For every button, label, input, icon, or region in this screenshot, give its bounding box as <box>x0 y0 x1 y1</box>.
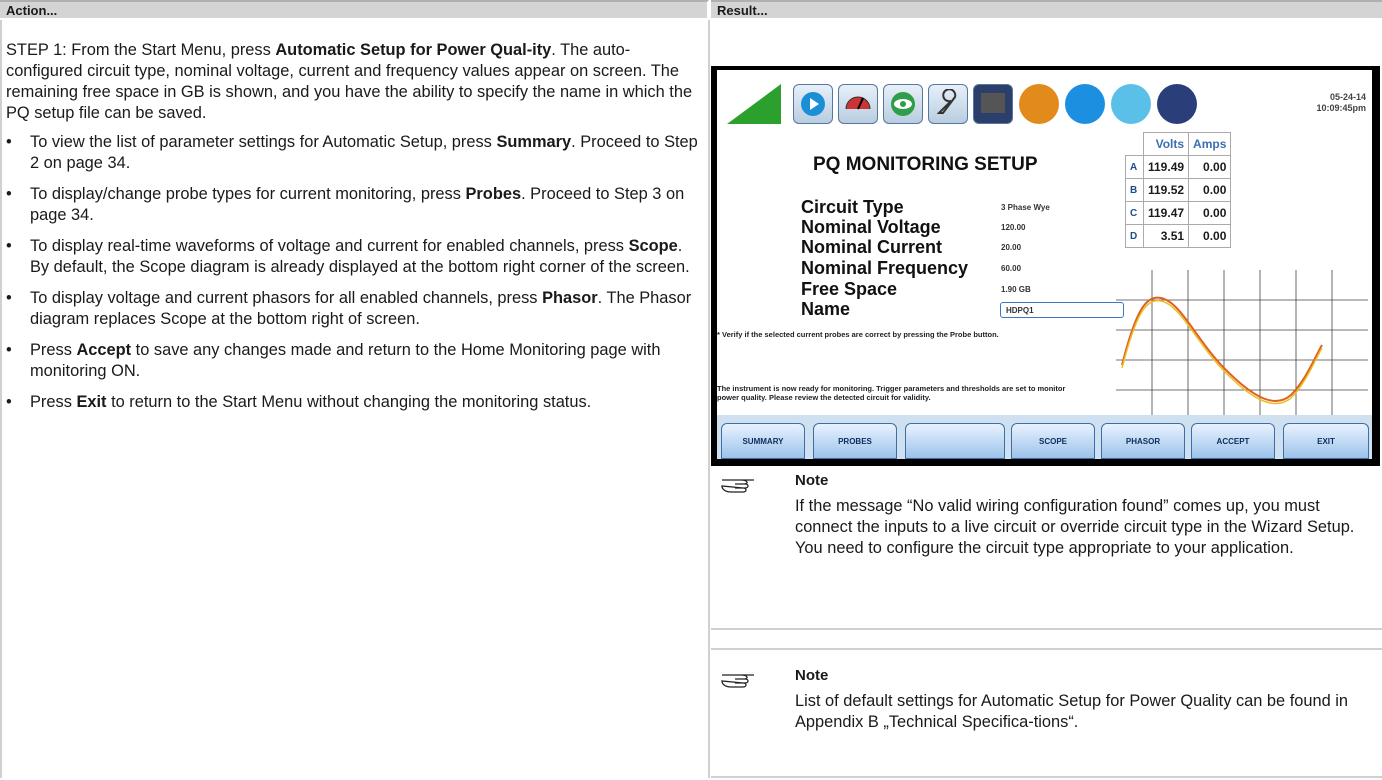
param-value: 3 Phase Wye <box>1001 203 1050 212</box>
eye-icon[interactable] <box>883 84 923 124</box>
bullet-phasor: • To display voltage and current phasors … <box>6 289 692 328</box>
device-toolbar: 05-24-14 10:09:45pm <box>717 70 1372 130</box>
device-screenshot: 05-24-14 10:09:45pm PQ MONITORING SETUP C… <box>711 66 1380 466</box>
param-value: 60.00 <box>1001 264 1022 273</box>
device-datetime: 05-24-14 10:09:45pm <box>1316 92 1366 113</box>
device-screen: 05-24-14 10:09:45pm PQ MONITORING SETUP C… <box>717 70 1372 459</box>
bullet-exit: • Press Exit to return to the Start Menu … <box>6 393 592 411</box>
signal-icon <box>727 84 781 124</box>
scope-button[interactable]: SCOPE <box>1011 423 1095 459</box>
param-label: Nominal Current <box>801 237 943 257</box>
note-body: List of default settings for Automatic S… <box>795 692 1349 731</box>
table-row: B 119.52 0.00 <box>1125 178 1232 202</box>
blank-softkey[interactable] <box>905 423 1005 459</box>
table-border-left <box>0 20 2 778</box>
camera-icon[interactable] <box>1019 84 1059 124</box>
scope-diagram <box>1116 270 1368 415</box>
note-divider <box>711 628 1382 630</box>
column-divider <box>708 20 710 778</box>
param-value: 20.00 <box>1001 243 1022 252</box>
pointing-hand-icon <box>721 479 754 493</box>
readings-table: Volts Amps A 119.49 0.00 B 119.52 0.00 C 119.… <box>1125 132 1232 248</box>
name-input[interactable]: HDPQ1 <box>1000 302 1124 318</box>
softkey-bar: SUMMARY PROBES SCOPE PHASOR ACCEPT EXIT <box>717 415 1372 459</box>
note-body: If the message “No valid wiring configur… <box>795 497 1355 557</box>
action-text: STEP 1: From the Start Menu, press Autom… <box>6 40 704 423</box>
bullet-accept: • Press Accept to save any changes made a… <box>6 341 661 380</box>
table-row: C 119.47 0.00 <box>1125 201 1232 225</box>
play-icon[interactable] <box>793 84 833 124</box>
param-label: Circuit Type <box>801 197 904 217</box>
wireless-icon[interactable] <box>1111 84 1151 124</box>
probe-verify-message: * Verify if the selected current probes … <box>717 330 999 339</box>
bullet-scope: • To display real-time waveforms of volta… <box>6 237 690 276</box>
result-column-header: Result... <box>711 0 1382 18</box>
param-value: 120.00 <box>1001 223 1026 232</box>
param-label: Free Space <box>801 279 898 299</box>
table-header: Amps <box>1188 132 1232 156</box>
table-row: D 3.51 0.00 <box>1125 224 1232 248</box>
note-divider-2 <box>711 648 1382 650</box>
bullet-probes: • To display/change probe types for curre… <box>6 185 685 224</box>
table-header: Volts <box>1142 132 1190 156</box>
ready-message-line2: power quality. Please review the detecte… <box>717 393 931 402</box>
note-heading: Note <box>795 472 829 489</box>
accept-button[interactable]: ACCEPT <box>1191 423 1275 459</box>
table-border-bottom <box>711 776 1382 778</box>
step-paragraph: STEP 1: From the Start Menu, press Autom… <box>6 41 693 122</box>
document-icon[interactable] <box>1065 84 1105 124</box>
wrench-icon[interactable] <box>928 84 968 124</box>
note-heading: Note <box>795 667 829 684</box>
summary-button[interactable]: SUMMARY <box>721 423 805 459</box>
phasor-button[interactable]: PHASOR <box>1101 423 1185 459</box>
param-value: 1.90 GB <box>1001 285 1031 294</box>
param-label: Name <box>801 299 851 319</box>
document-table: Action... Result... STEP 1: From the Sta… <box>0 0 1382 778</box>
probes-button[interactable]: PROBES <box>813 423 897 459</box>
setup-title: PQ MONITORING SETUP <box>813 154 1038 175</box>
exit-button[interactable]: EXIT <box>1283 423 1369 459</box>
pointing-hand-icon <box>721 674 754 688</box>
screen-capture-icon[interactable] <box>1157 84 1197 124</box>
param-label: Nominal Frequency <box>801 258 969 278</box>
param-label: Nominal Voltage <box>801 217 941 237</box>
action-column-header: Action... <box>0 0 709 18</box>
table-row: A 119.49 0.00 <box>1125 155 1232 179</box>
meter-icon[interactable] <box>838 84 878 124</box>
ready-message-line1: The instrument is now ready for monitori… <box>717 384 1066 393</box>
bullet-summary: • To view the list of parameter settings … <box>6 133 698 172</box>
monitor-icon[interactable] <box>973 84 1013 124</box>
